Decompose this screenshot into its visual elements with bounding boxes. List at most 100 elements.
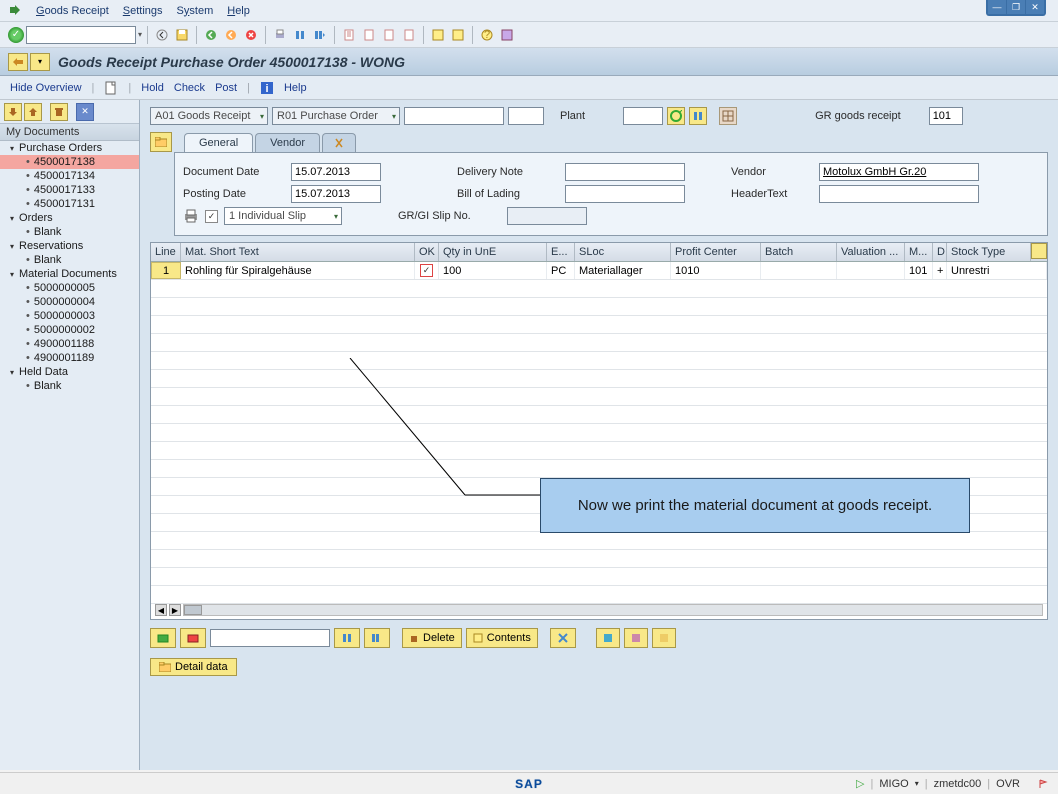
scroll-right-button[interactable]: ▶ [169,604,181,616]
first-page-icon[interactable] [340,26,358,44]
find-next-icon[interactable] [311,26,329,44]
tree-material-docs[interactable]: Material Documents [0,267,139,281]
cell-qty[interactable]: 100 [439,262,547,279]
cell-text[interactable]: Rohling für Spiralgehäuse [181,262,415,279]
tree-leaf[interactable]: Blank [0,253,139,267]
column-config-button[interactable] [1031,243,1047,259]
deliv-note-input[interactable] [565,163,685,181]
collapse-header-button[interactable] [150,132,172,152]
help-icon-small[interactable]: i [260,81,274,95]
find-button-2[interactable] [689,107,707,125]
post-link[interactable]: Post [215,82,237,94]
cell-line[interactable]: 1 [151,262,181,279]
col-batch[interactable]: Batch [761,243,837,261]
col-text[interactable]: Mat. Short Text [181,243,415,261]
col-qty[interactable]: Qty in UnE [439,243,547,261]
cell-ok[interactable]: ✓ [415,262,439,279]
btn-find-next[interactable] [364,628,390,648]
status-play-icon[interactable]: ▷ [856,777,864,790]
print-checkbox[interactable]: ✓ [205,210,218,223]
col-val[interactable]: Valuation ... [837,243,905,261]
help-link[interactable]: Help [284,82,307,94]
grid-button[interactable] [719,107,737,125]
tree-leaf[interactable]: 4900001188 [0,337,139,351]
tab-general[interactable]: General [184,133,253,152]
item-number-input[interactable] [508,107,544,125]
tab-wm[interactable] [322,133,356,152]
tree-leaf[interactable]: 5000000003 [0,309,139,323]
menu-goods-receipt[interactable]: Goods Receipt [36,5,109,17]
maximize-button[interactable]: ❐ [1007,0,1025,14]
detail-data-button[interactable]: Detail data [150,658,237,676]
tree-leaf[interactable]: 4900001189 [0,351,139,365]
tree-leaf[interactable]: 5000000002 [0,323,139,337]
btn-2[interactable] [180,628,206,648]
sidebar-btn-close[interactable]: ✕ [76,103,94,121]
col-sloc[interactable]: SLoc [575,243,671,261]
tab-vendor[interactable]: Vendor [255,133,320,152]
tree-reservations[interactable]: Reservations [0,239,139,253]
btn-b[interactable] [624,628,648,648]
table-row[interactable]: 1 Rohling für Spiralgehäuse ✓ 100 PC Mat… [151,262,1047,280]
cell-m[interactable]: 101 [905,262,933,279]
cell-stock[interactable]: Unrestri [947,262,1047,279]
btn-1[interactable] [150,628,176,648]
session-icon[interactable] [429,26,447,44]
cell-batch[interactable] [761,262,837,279]
title-btn-1[interactable] [8,53,28,71]
last-page-icon[interactable] [400,26,418,44]
back-icon[interactable] [202,26,220,44]
status-flag-icon[interactable] [1038,778,1050,790]
col-unit[interactable]: E... [547,243,575,261]
scroll-left-button[interactable]: ◀ [155,604,167,616]
cell-unit[interactable]: PC [547,262,575,279]
scroll-thumb[interactable] [184,605,202,615]
hold-link[interactable]: Hold [141,82,164,94]
sidebar-btn-1[interactable] [4,103,22,121]
col-pc[interactable]: Profit Center [671,243,761,261]
ref-dropdown[interactable]: R01 Purchase Order [272,107,400,125]
prev-page-icon[interactable] [360,26,378,44]
delete-button[interactable]: Delete [402,628,462,648]
minimize-button[interactable]: — [988,0,1006,14]
tree-leaf[interactable]: 4500017131 [0,197,139,211]
execute-button[interactable] [667,107,685,125]
slip-type-dropdown[interactable]: 1 Individual Slip [224,207,342,225]
col-d[interactable]: D [933,243,947,261]
exit-icon[interactable] [222,26,240,44]
shortcut-icon[interactable] [449,26,467,44]
sidebar-btn-2[interactable] [24,103,42,121]
tree-leaf[interactable]: Blank [0,225,139,239]
doc-date-input[interactable] [291,163,381,181]
tree-leaf[interactable]: 5000000005 [0,281,139,295]
search-items-input[interactable] [210,629,330,647]
close-button[interactable]: ✕ [1026,0,1044,14]
headertext-input[interactable] [819,185,979,203]
col-m[interactable]: M... [905,243,933,261]
help-icon[interactable]: ? [478,26,496,44]
btn-a[interactable] [596,628,620,648]
tree-leaf[interactable]: 4500017138 [0,155,139,169]
back-button[interactable] [153,26,171,44]
tree-leaf[interactable]: 4500017133 [0,183,139,197]
print-icon[interactable] [271,26,289,44]
col-line[interactable]: Line [151,243,181,261]
sidebar-btn-delete[interactable] [50,103,68,121]
tree-leaf[interactable]: 5000000004 [0,295,139,309]
btn-c[interactable] [652,628,676,648]
post-date-input[interactable] [291,185,381,203]
menu-help[interactable]: Help [227,5,250,17]
save-button[interactable] [173,26,191,44]
next-page-icon[interactable] [380,26,398,44]
action-dropdown[interactable]: A01 Goods Receipt [150,107,268,125]
scroll-track[interactable] [183,604,1043,616]
hide-overview-link[interactable]: Hide Overview [10,82,82,94]
cell-sloc[interactable]: Materiallager [575,262,671,279]
tree-held-data[interactable]: Held Data [0,365,139,379]
check-link[interactable]: Check [174,82,205,94]
enter-button[interactable]: ✓ [8,27,24,43]
btn-find[interactable] [334,628,360,648]
menu-system[interactable]: System [177,5,214,17]
cell-pc[interactable]: 1010 [671,262,761,279]
tree-purchase-orders[interactable]: Purchase Orders [0,141,139,155]
